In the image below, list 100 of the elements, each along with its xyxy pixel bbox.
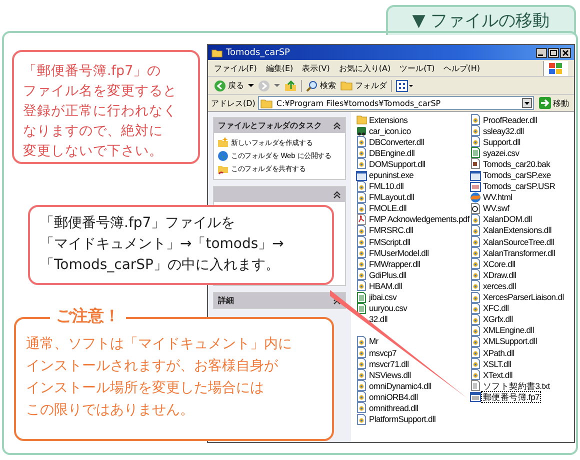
gear-document-icon[interactable] [356,347,367,358]
gear-document-icon[interactable] [470,347,481,358]
file-name[interactable]: DBConverter.dll [368,136,426,147]
pdf-document-icon[interactable] [356,214,367,225]
file-name[interactable]: uuryou.csv [368,303,408,314]
file-name[interactable]: XMLSupport.dll [482,336,538,346]
file-name[interactable]: XalanSourceTree.dll [482,236,555,247]
form-icon[interactable] [470,180,481,192]
file-name[interactable]: FMP Acknowledgements.pdf [368,214,470,224]
address-field[interactable]: C:¥Program Files¥tomods¥Tomods_carSP [258,96,534,110]
menu-item[interactable]: 編集(E) [266,62,294,74]
file-name[interactable]: XSLT.dll [482,358,512,369]
text-document-icon[interactable] [470,380,481,392]
file-name[interactable]: msvcp7 [368,348,398,358]
file-name[interactable]: XFC.dll [482,303,510,314]
menu-item[interactable]: ファイル(F) [214,62,257,74]
file-name[interactable]: 32.dll [368,314,389,324]
file-name[interactable]: Tomods_car20.bak [482,158,552,169]
gear-document-icon[interactable] [356,380,367,392]
folders-button[interactable]: フォルダ [340,80,387,91]
file-name[interactable]: Tomods_carSP.exe [482,170,552,180]
gear-document-icon[interactable] [356,158,367,170]
file-name[interactable]: Mr [368,336,380,346]
file-name[interactable]: XMLEngine.dll [482,325,535,336]
file-name[interactable]: PlatformSupport.dll [368,414,437,424]
go-button[interactable]: 移動 [537,97,571,109]
maximize-icon[interactable] [548,48,559,58]
file-name[interactable]: FMRSRC.dll [368,225,414,236]
gear-document-icon[interactable] [356,358,367,370]
document-icon[interactable] [470,158,481,170]
file-name[interactable]: DOMSupport.dll [368,158,426,169]
file-name[interactable]: ProofReader.dll [482,114,538,125]
gear-document-icon[interactable] [470,358,481,370]
document-icon[interactable] [470,202,481,214]
gear-document-icon[interactable] [470,114,481,126]
file-name[interactable]: omniORB4.dll [368,392,419,402]
gear-document-icon[interactable] [470,136,481,148]
gear-document-icon[interactable] [470,292,481,303]
gear-document-icon[interactable] [470,314,481,325]
file-name[interactable]: WV.swf [482,203,510,214]
gear-document-icon[interactable] [356,414,367,425]
collapse-chevron-icon[interactable] [333,121,341,130]
gear-document-icon[interactable] [356,202,367,214]
file-name[interactable]: XPath.dll [482,348,516,358]
file-name[interactable]: ssleay32.dll [482,126,525,136]
gear-document-icon[interactable] [356,336,367,347]
caret-icon[interactable] [248,84,254,88]
gear-document-icon[interactable] [470,302,481,314]
file-name[interactable]: NSViews.dll [368,370,412,380]
gear-document-icon[interactable] [356,180,367,192]
gear-document-icon[interactable] [356,269,367,280]
minimize-icon[interactable] [536,48,547,58]
gear-document-icon[interactable] [356,136,367,148]
file-name[interactable]: omnithread.dll [368,402,420,413]
gear-document-icon[interactable] [356,236,367,248]
gear-document-icon[interactable] [470,258,481,270]
file-name[interactable]: Extensions [368,114,409,125]
view-grid-icon[interactable] [396,80,414,92]
file-name[interactable]: XGrfx.dll [482,314,514,324]
gear-document-icon[interactable] [470,269,481,280]
file-name[interactable]: syazei.csv [482,148,520,158]
menu-item[interactable]: 表示(V) [302,62,330,74]
search-button[interactable]: 検索 [306,80,336,92]
file-name[interactable]: FMWrapper.dll [368,258,422,269]
file-name[interactable]: ソフト契約書3.txt [482,380,551,391]
file-name[interactable]: XCore.dll [482,258,516,269]
file-name[interactable]: Tomods_carSP.USR [482,181,556,192]
file-name[interactable]: XDraw.dll [482,270,518,280]
file-name[interactable]: FML10.dll [368,181,405,192]
file-name[interactable]: FMScript.dll [368,236,412,247]
gear-document-icon[interactable] [470,224,481,236]
gear-document-icon[interactable] [470,280,481,292]
file-name[interactable]: msvcr71.dll [368,358,410,369]
file-name[interactable]: XalanDOM.dll [482,214,533,224]
gear-document-icon[interactable] [356,402,367,414]
file-name[interactable]: XalanTransformer.dll [482,248,556,258]
globe-icon[interactable] [470,192,481,203]
gear-document-icon[interactable] [356,391,367,402]
file-name[interactable]: 郵便番号簿.fp7 [482,392,540,402]
application-icon[interactable] [470,170,481,181]
gear-document-icon[interactable] [356,369,367,380]
file-name[interactable]: DBEngine.dll [368,148,416,158]
gear-document-icon[interactable] [356,258,367,270]
file-name[interactable]: omniDynamic4.dll [368,380,432,391]
gear-document-icon[interactable] [470,247,481,258]
spreadsheet-icon[interactable] [356,302,367,314]
application-icon[interactable] [356,170,367,181]
panel-header[interactable]: 詳細 [214,293,345,308]
database-icon[interactable] [470,391,481,402]
close-icon[interactable] [560,48,571,58]
gear-document-icon[interactable] [356,280,367,292]
gear-document-icon[interactable] [356,192,367,203]
file-name[interactable]: GdiPlus.dll [368,270,408,280]
file-name[interactable]: jibai.csv [368,292,398,302]
gear-document-icon[interactable] [470,336,481,347]
file-name[interactable]: Support.dll [482,136,522,147]
file-name[interactable]: FMUserModel.dll [368,248,430,258]
folder-up-icon[interactable] [284,80,297,92]
file-name[interactable]: car_icon.ico [368,126,412,136]
gear-document-icon[interactable] [470,214,481,225]
